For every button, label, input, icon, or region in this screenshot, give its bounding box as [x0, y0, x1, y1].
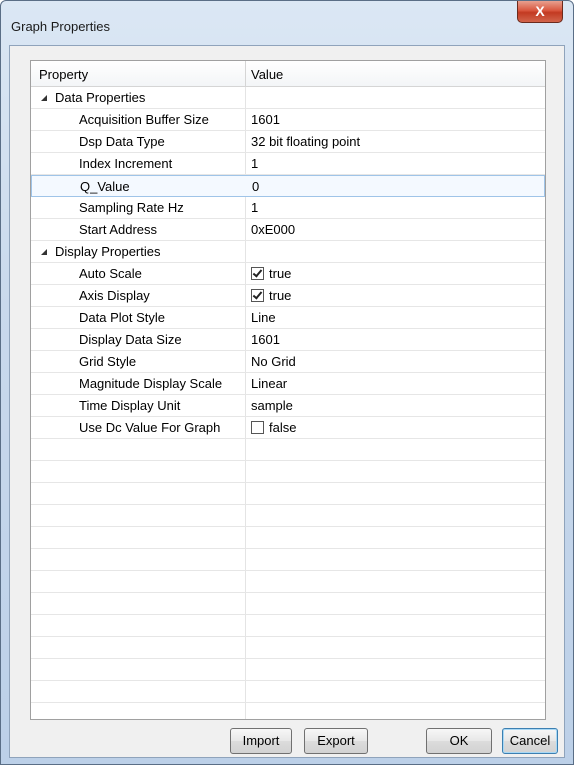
import-button[interactable]: Import [230, 728, 292, 754]
checkbox-checked-icon[interactable] [251, 267, 264, 280]
property-value-text: 1 [251, 156, 259, 171]
property-row[interactable]: Use Dc Value For Graph false [31, 417, 545, 439]
property-value[interactable]: 1601 [251, 112, 280, 127]
property-name: Use Dc Value For Graph [79, 420, 221, 435]
ok-button[interactable]: OK [426, 728, 492, 754]
checkmark-icon [252, 267, 263, 278]
property-row[interactable]: Magnitude Display Scale Linear [31, 373, 545, 395]
category-row[interactable]: Display Properties [31, 241, 545, 263]
property-row[interactable]: Data Plot Style Line [31, 307, 545, 329]
property-value-text: true [269, 288, 292, 303]
property-value[interactable]: true [251, 266, 291, 281]
property-value-text: sample [251, 398, 293, 413]
property-value-text: 1601 [251, 112, 280, 127]
empty-row [31, 703, 545, 719]
empty-row [31, 681, 545, 703]
empty-row [31, 505, 545, 527]
property-name: Display Data Size [79, 332, 182, 347]
property-name: Dsp Data Type [79, 134, 165, 149]
category-label: Display Properties [55, 244, 161, 259]
graph-properties-dialog: Graph Properties X Property Value Data P… [0, 0, 574, 765]
column-header-property[interactable]: Property [39, 67, 88, 82]
property-value[interactable]: sample [251, 398, 293, 413]
export-button[interactable]: Export [304, 728, 368, 754]
empty-row [31, 483, 545, 505]
property-value[interactable]: 1601 [251, 332, 280, 347]
property-name: Axis Display [79, 288, 150, 303]
title-bar[interactable]: Graph Properties X [1, 1, 573, 45]
property-name: Data Plot Style [79, 310, 165, 325]
property-row[interactable]: Auto Scale true [31, 263, 545, 285]
dialog-client-area: Property Value Data Properties Acquisitio… [9, 45, 565, 758]
property-value[interactable]: false [251, 420, 296, 435]
property-value[interactable]: 0xE000 [251, 222, 295, 237]
empty-row [31, 439, 545, 461]
column-divider[interactable] [245, 61, 246, 87]
property-name: Index Increment [79, 156, 173, 171]
property-value[interactable]: No Grid [251, 354, 296, 369]
category-label: Data Properties [55, 90, 146, 105]
column-header-value[interactable]: Value [251, 67, 283, 82]
property-row[interactable]: Start Address 0xE000 [31, 219, 545, 241]
empty-row [31, 527, 545, 549]
property-value-text: Linear [251, 376, 288, 391]
property-value[interactable]: Line [251, 310, 276, 325]
close-button[interactable]: X [517, 1, 563, 23]
property-value[interactable]: true [251, 288, 291, 303]
collapse-arrow-icon[interactable] [41, 95, 47, 101]
property-value-text: true [269, 266, 292, 281]
property-name: Time Display Unit [79, 398, 181, 413]
property-value-text: 32 bit floating point [251, 134, 361, 149]
property-row[interactable]: Axis Display true [31, 285, 545, 307]
window-title: Graph Properties [11, 19, 110, 34]
property-row[interactable]: Index Increment 1 [31, 153, 545, 175]
property-value[interactable]: 32 bit floating point [251, 134, 360, 149]
property-name: Start Address [79, 222, 158, 237]
empty-row [31, 571, 545, 593]
property-value-text: false [269, 420, 297, 435]
property-row[interactable]: Dsp Data Type 32 bit floating point [31, 131, 545, 153]
checkbox-unchecked-icon[interactable] [251, 421, 264, 434]
empty-row [31, 549, 545, 571]
property-value[interactable]: Linear [251, 376, 287, 391]
property-grid: Property Value Data Properties Acquisitio… [30, 60, 546, 720]
collapse-arrow-icon[interactable] [41, 249, 47, 255]
grid-header: Property Value [31, 61, 545, 87]
property-name: Sampling Rate Hz [79, 200, 184, 215]
property-value[interactable]: 1 [251, 200, 258, 215]
checkbox-checked-icon[interactable] [251, 289, 264, 302]
checkmark-icon [252, 289, 263, 300]
cancel-button[interactable]: Cancel [502, 728, 558, 754]
property-row[interactable]: Grid Style No Grid [31, 351, 545, 373]
property-value-text: 1601 [251, 332, 280, 347]
property-name: Auto Scale [79, 266, 142, 281]
empty-row [31, 637, 545, 659]
property-name: Acquisition Buffer Size [79, 112, 209, 127]
property-row[interactable]: Sampling Rate Hz 1 [31, 197, 545, 219]
empty-row [31, 593, 545, 615]
empty-row [31, 659, 545, 681]
property-row[interactable]: Acquisition Buffer Size 1601 [31, 109, 545, 131]
property-row[interactable]: Q_Value 0 [31, 175, 545, 197]
property-value-text: No Grid [251, 354, 296, 369]
property-value[interactable]: 0 [252, 179, 259, 194]
property-value-text: 0 [252, 179, 260, 194]
empty-row [31, 615, 545, 637]
property-name: Magnitude Display Scale [79, 376, 223, 391]
property-row[interactable]: Time Display Unit sample [31, 395, 545, 417]
empty-row [31, 461, 545, 483]
property-value-text: Line [251, 310, 276, 325]
category-row[interactable]: Data Properties [31, 87, 545, 109]
property-name: Grid Style [79, 354, 137, 369]
property-value[interactable]: 1 [251, 156, 258, 171]
property-value-text: 1 [251, 200, 259, 215]
close-icon: X [535, 3, 545, 19]
property-value-text: 0xE000 [251, 222, 296, 237]
property-name: Q_Value [80, 179, 130, 194]
property-row[interactable]: Display Data Size 1601 [31, 329, 545, 351]
